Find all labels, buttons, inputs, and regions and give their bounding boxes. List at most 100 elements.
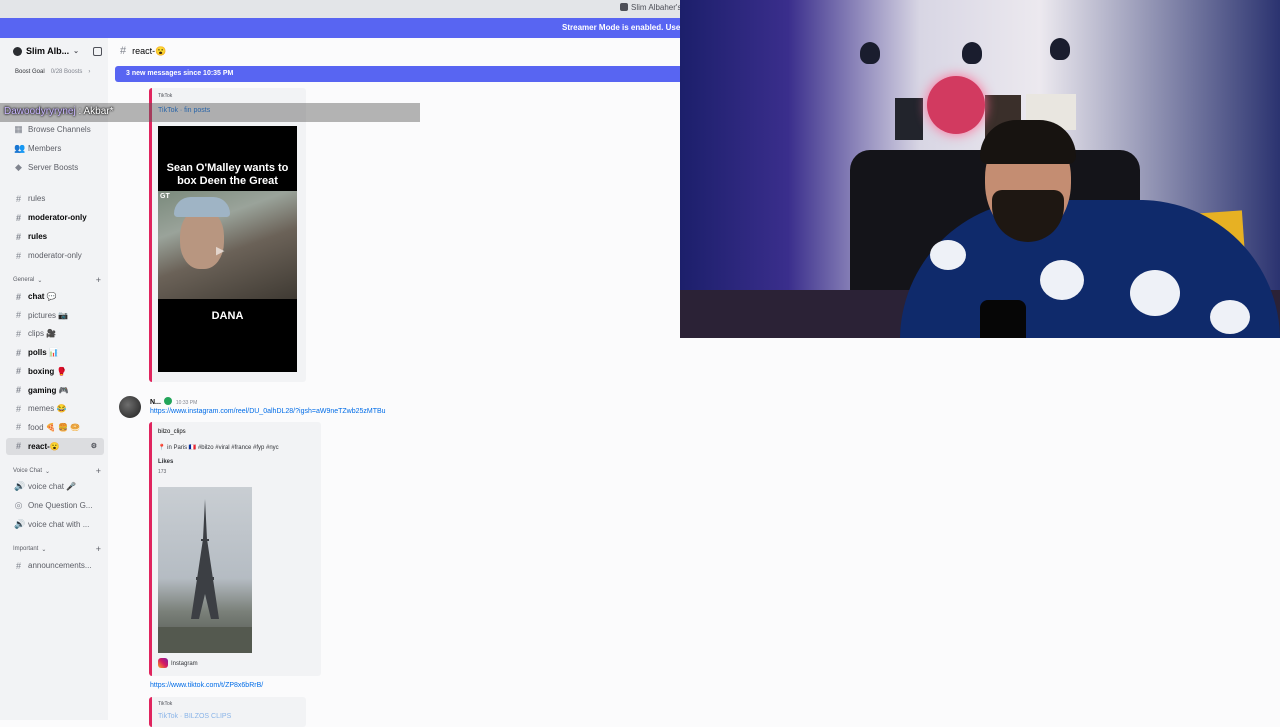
hash-icon: # bbox=[15, 328, 21, 339]
channel-settings-icon[interactable]: ⚙ bbox=[91, 442, 100, 450]
stream-chat-user: Dawoodyryrynej bbox=[4, 106, 76, 117]
sidebar-item-voice[interactable]: 🔊 voice chat 🎤 bbox=[6, 478, 104, 495]
window-titlebar: Slim Albaher's bbox=[0, 0, 681, 18]
hash-icon: # bbox=[15, 347, 21, 358]
channel-label: voice chat with ... bbox=[28, 520, 90, 529]
sidebar-item-voice[interactable]: 🔊 voice chat with ... bbox=[6, 516, 104, 533]
sidebar-item-moderator-only[interactable]: # moderator-only bbox=[6, 247, 104, 264]
video-face bbox=[180, 209, 224, 269]
add-channel-icon[interactable]: + bbox=[96, 466, 101, 476]
category-important[interactable]: Important ⌄ + bbox=[13, 543, 101, 555]
server-header[interactable]: Slim Alb... ⌄ bbox=[0, 38, 108, 64]
sidebar-item-channel[interactable]: # gaming 🎮 bbox=[6, 382, 104, 399]
sidebar-item-server-boosts[interactable]: ◆ Server Boosts bbox=[6, 159, 104, 176]
hash-icon: # bbox=[15, 366, 21, 377]
stream-chat-message: Dawoodyryrynej : Akbar* bbox=[4, 106, 114, 117]
chevron-down-icon: ⌄ bbox=[41, 546, 47, 553]
embed-description: 📍 in Paris 🇫🇷 #bilzo #viral #france #fyp… bbox=[158, 445, 279, 451]
sidebar-item-rules[interactable]: # rules bbox=[6, 190, 104, 207]
app-title: Slim Albaher's bbox=[620, 3, 681, 12]
channel-label: rules bbox=[28, 194, 46, 203]
sidebar-item-members[interactable]: 👥 Members bbox=[6, 140, 104, 157]
sidebar-item-channel[interactable]: # clips 🎥 bbox=[6, 325, 104, 342]
embed-provider: TikTok bbox=[158, 701, 173, 707]
instagram-link[interactable]: https://www.instagram.com/reel/DU_0alhDL… bbox=[150, 408, 386, 415]
add-member-icon[interactable] bbox=[93, 46, 102, 56]
sidebar-item-channel[interactable]: # react-😮 ⚙ bbox=[6, 437, 104, 455]
speaker-icon: 🔊 bbox=[14, 481, 26, 491]
sidebar-item-announcements[interactable]: # announcements... bbox=[6, 557, 104, 574]
sidebar-item-channel[interactable]: # memes 😂 bbox=[6, 400, 104, 417]
video-caption-bottom: DANA bbox=[211, 310, 244, 322]
channel-label: food 🍕 🍔 🥯 bbox=[28, 422, 81, 432]
chevron-down-icon: ⌄ bbox=[73, 48, 80, 55]
hash-icon: # bbox=[15, 422, 21, 433]
sidebar-item-channel[interactable]: # chat 💬 bbox=[6, 288, 104, 305]
streamer-mode-text: Streamer Mode is enabled. Usernam bbox=[562, 23, 680, 32]
boxing-glove-image bbox=[962, 42, 982, 64]
hash-icon: # bbox=[120, 45, 127, 57]
tiktok-embed-2: TikTok TikTok · BILZOS CLIPS bbox=[149, 697, 306, 727]
play-icon[interactable]: ▶ bbox=[216, 244, 224, 257]
hash-icon: # bbox=[15, 403, 21, 414]
sidebar-item-channel[interactable]: # polls 📊 bbox=[6, 344, 104, 361]
hash-icon: # bbox=[15, 560, 21, 571]
tiktok-video-thumbnail[interactable]: Sean O'Malley wants to box Deen the Grea… bbox=[158, 126, 297, 372]
boost-goal-label: Boost Goal bbox=[15, 69, 45, 75]
video-frame: GT bbox=[158, 191, 297, 299]
streamer-mode-banner: Streamer Mode is enabled. Usernam bbox=[0, 18, 680, 38]
hoodie-pattern bbox=[1210, 300, 1250, 334]
boxing-glove-image bbox=[1050, 38, 1070, 60]
tiktok-link[interactable]: https://www.tiktok.com/t/ZP8x6bRrB/ bbox=[150, 682, 263, 689]
avatar[interactable] bbox=[119, 396, 141, 418]
speaker-icon: 🔊 bbox=[14, 519, 26, 529]
hash-icon: # bbox=[15, 231, 21, 242]
channel-header: # react-😮 bbox=[108, 38, 680, 64]
sidebar-item-channel[interactable]: # pictures 📷 bbox=[6, 307, 104, 324]
channel-label: announcements... bbox=[28, 561, 92, 570]
category-voice-chat[interactable]: Voice Chat ⌄ + bbox=[13, 465, 101, 477]
sidebar-item-rules[interactable]: # rules bbox=[6, 228, 104, 245]
channel-label: polls 📊 bbox=[28, 348, 59, 358]
hash-icon: # bbox=[15, 385, 21, 395]
sidebar-item-channel[interactable]: # food 🍕 🍔 🥯 bbox=[6, 419, 104, 436]
wall-poster bbox=[895, 98, 923, 140]
sidebar-item-voice[interactable]: ◎ One Question G... bbox=[6, 497, 104, 514]
boost-goal-count: 0/28 Boosts bbox=[50, 69, 83, 75]
channel-label: moderator-only bbox=[28, 213, 87, 222]
webcam-feed bbox=[680, 0, 1280, 338]
verified-icon bbox=[163, 397, 172, 405]
video-caption-top: Sean O'Malley wants to box Deen the Grea… bbox=[166, 162, 289, 187]
add-channel-icon[interactable]: + bbox=[96, 544, 101, 554]
stage-icon: ◎ bbox=[14, 500, 23, 510]
embed-title-link[interactable]: TikTok · BILZOS CLIPS bbox=[158, 713, 231, 720]
embed-provider: TikTok bbox=[158, 93, 173, 99]
add-channel-icon[interactable]: + bbox=[96, 275, 101, 285]
embed-author[interactable]: bilzo_clips bbox=[158, 429, 186, 435]
new-messages-bar[interactable]: 3 new messages since 10:35 PM bbox=[115, 66, 680, 82]
sidebar-item-channel[interactable]: # boxing 🥊 bbox=[6, 363, 104, 380]
members-icon: 👥 bbox=[14, 143, 26, 153]
message-author: N... 10:33 PM bbox=[150, 397, 197, 406]
eiffel-tower-image bbox=[191, 499, 219, 619]
channel-label: chat 💬 bbox=[28, 292, 57, 301]
hash-icon: # bbox=[15, 212, 21, 223]
habibi-house-sign bbox=[927, 76, 985, 134]
chevron-down-icon: ⌄ bbox=[45, 468, 51, 475]
river-image bbox=[158, 627, 252, 653]
channel-title: react-😮 bbox=[132, 45, 167, 56]
sidebar-item-browse-channels[interactable]: ▦ Browse Channels bbox=[6, 121, 104, 138]
category-general[interactable]: General ⌄ + bbox=[13, 274, 101, 286]
boost-goal[interactable]: Boost Goal 0/28 Boosts › bbox=[0, 64, 108, 80]
author-name[interactable]: N... bbox=[150, 399, 161, 406]
channel-label: rules bbox=[28, 232, 48, 241]
instagram-thumbnail[interactable] bbox=[158, 487, 252, 653]
sidebar-item-moderator-only[interactable]: # moderator-only bbox=[6, 209, 104, 226]
channel-label: moderator-only bbox=[28, 251, 82, 260]
hash-icon: # bbox=[15, 193, 21, 204]
likes-count: 173 bbox=[158, 469, 167, 475]
channel-label: pictures 📷 bbox=[28, 310, 69, 320]
message-timestamp: 10:33 PM bbox=[175, 400, 198, 406]
channel-label: voice chat 🎤 bbox=[28, 482, 77, 491]
channel-label: react-😮 bbox=[28, 441, 60, 451]
